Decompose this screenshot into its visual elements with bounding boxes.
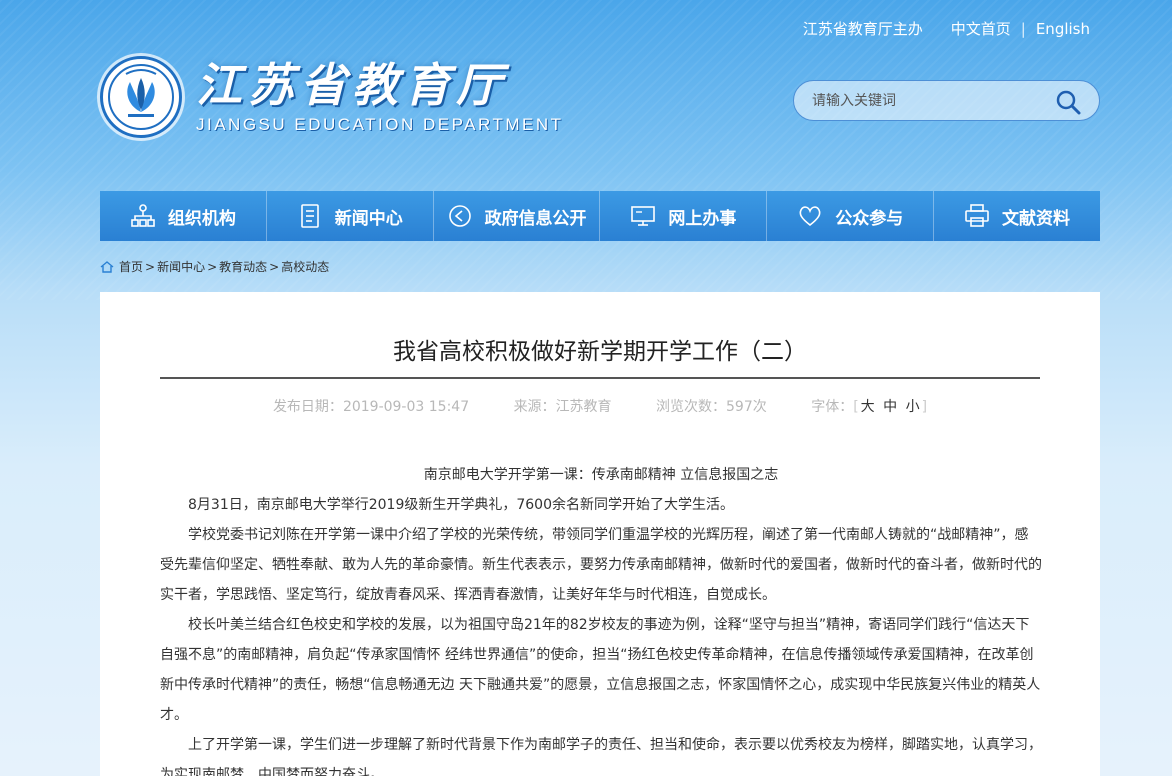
nav-label: 公众参与 (835, 208, 904, 229)
nav-label: 文献资料 (1002, 208, 1071, 229)
publish-date: 发布日期：2019-09-03 15:47 (272, 399, 470, 415)
search-icon[interactable] (1055, 89, 1081, 115)
logo-title-cn: 江苏省教育厅 (196, 58, 508, 112)
search-box (793, 80, 1100, 121)
title-divider (160, 377, 1040, 379)
header-background (0, 0, 1172, 300)
heart-icon (799, 206, 821, 227)
topbar-separator: | (1020, 19, 1026, 38)
breadcrumb-sep: > (145, 259, 156, 274)
article-paragraph: 校长叶美兰结合红色校史和学校的发展，以为祖国守岛21年的82岁校友的事迹为例，诠… (160, 617, 1041, 723)
article-meta: 发布日期：2019-09-03 15:47 来源：江苏教育 浏览次数：597次 … (100, 396, 1100, 416)
nav-item-organization[interactable]: 组织机构 (100, 191, 267, 241)
emblem-icon (100, 56, 182, 138)
font-large-button[interactable]: 大 (861, 399, 875, 415)
article-paragraph: 8月31日，南京邮电大学举行2019级新生开学典礼，7600余名新同学开始了大学… (188, 497, 734, 513)
logo-title-en: JIANGSU EDUCATION DEPARTMENT (196, 115, 564, 134)
nav-label: 新闻中心 (334, 208, 403, 229)
play-circle-icon (448, 205, 471, 227)
article-title: 我省高校积极做好新学期开学工作（二） (393, 339, 807, 365)
breadcrumb-home[interactable]: 首页 (119, 258, 143, 275)
article-subtitle: 南京邮电大学开学第一课：传承南邮精神 立信息报国之志 (423, 467, 779, 483)
breadcrumb-sep: > (207, 259, 218, 274)
top-bar: 江苏省教育厅主办 中文首页 | English (803, 18, 1090, 39)
breadcrumb: 首页 > 新闻中心 > 教育动态 > 高校动态 (100, 258, 329, 275)
font-medium-button[interactable]: 中 (883, 399, 897, 415)
article-body: 南京邮电大学开学第一课：传承南邮精神 立信息报国之志 8月31日，南京邮电大学举… (160, 460, 1042, 776)
printer-icon (965, 204, 989, 227)
monitor-icon (631, 206, 656, 226)
nav-item-documents[interactable]: 文献资料 (934, 191, 1100, 241)
search-input[interactable] (812, 92, 1032, 109)
nav-label: 政府信息公开 (484, 208, 587, 229)
nav-item-news[interactable]: 新闻中心 (267, 191, 434, 241)
site-logo[interactable]: 江苏省教育厅 JIANGSU EDUCATION DEPARTMENT (100, 56, 564, 138)
english-link[interactable]: English (1036, 20, 1090, 38)
main-nav: 组织机构 新闻中心 政府信息公开 网上办事 公众参与 文献资料 (100, 191, 1100, 241)
org-chart-icon (131, 204, 155, 227)
nav-item-public-participation[interactable]: 公众参与 (767, 191, 935, 241)
breadcrumb-college-news[interactable]: 高校动态 (281, 258, 329, 275)
article-paragraph: 上了开学第一课，学生们进一步理解了新时代背景下作为南邮学子的责任、担当和使命，表… (160, 737, 1042, 776)
breadcrumb-sep: > (269, 259, 280, 274)
article-source: 来源：江苏教育 (513, 399, 612, 415)
article-panel: 我省高校积极做好新学期开学工作（二） 发布日期：2019-09-03 15:47… (100, 292, 1100, 776)
home-icon (100, 260, 114, 273)
home-cn-link[interactable]: 中文首页 (951, 18, 1011, 39)
nav-label: 组织机构 (167, 208, 236, 229)
host-label: 江苏省教育厅主办 (802, 20, 923, 38)
view-count: 浏览次数：597次 (656, 399, 767, 415)
article-paragraph: 学校党委书记刘陈在开学第一课中介绍了学校的光荣传统，带领同学们重温学校的光辉历程… (160, 527, 1042, 603)
font-size-control: 字体：[大 中 小] (811, 399, 928, 415)
breadcrumb-edu-news[interactable]: 教育动态 (219, 258, 267, 275)
nav-item-gov-info[interactable]: 政府信息公开 (434, 191, 601, 241)
font-small-button[interactable]: 小 (906, 399, 920, 415)
document-icon (300, 204, 319, 228)
nav-label: 网上办事 (668, 208, 737, 229)
nav-item-online-service[interactable]: 网上办事 (600, 191, 768, 241)
breadcrumb-news[interactable]: 新闻中心 (157, 258, 205, 275)
